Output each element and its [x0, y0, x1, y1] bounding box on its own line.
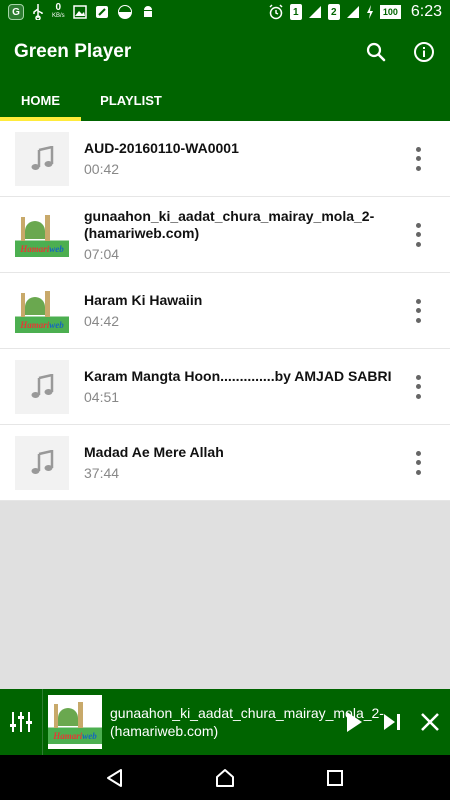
alarm-icon	[269, 4, 283, 20]
more-options-icon[interactable]	[408, 372, 428, 402]
system-nav-bar	[0, 755, 450, 800]
info-button[interactable]	[412, 40, 436, 64]
signal-icon	[308, 6, 321, 18]
skip-next-icon	[384, 714, 400, 730]
back-button[interactable]	[95, 758, 135, 798]
close-icon	[421, 713, 439, 731]
song-title: Haram Ki Hawaiin	[84, 292, 203, 308]
song-duration: 04:51	[84, 389, 120, 405]
sim1-icon: 1	[289, 4, 302, 20]
pinwheel-icon	[117, 5, 132, 19]
song-title: AUD-20160110-WA0001	[84, 140, 239, 156]
image-icon	[72, 5, 87, 19]
android-icon	[143, 6, 152, 17]
recents-icon	[327, 769, 343, 786]
music-note-icon	[31, 449, 54, 474]
search-button[interactable]	[364, 40, 388, 64]
song-thumbnail	[15, 131, 69, 186]
close-button[interactable]	[416, 708, 444, 736]
app-notification-icon: G	[8, 4, 24, 20]
next-button[interactable]	[378, 708, 406, 736]
song-thumbnail: Hamariweb	[15, 283, 69, 338]
music-note-icon	[31, 373, 54, 398]
more-options-icon[interactable]	[408, 220, 428, 250]
play-icon	[347, 712, 362, 732]
charging-icon	[366, 5, 373, 19]
song-thumbnail	[15, 435, 69, 490]
list-item[interactable]: Hamariweb Haram Ki Hawaiin 04:42	[0, 273, 450, 349]
clock: 6:23	[410, 3, 442, 20]
list-item[interactable]: Karam Mangta Hoon..............by AMJAD …	[0, 349, 450, 425]
home-icon	[216, 768, 234, 787]
app-bar: Green Player	[0, 24, 450, 80]
song-title: gunaahon_ki_aadat_chura_mairay_mola_2-(h…	[84, 207, 375, 241]
song-thumbnail	[15, 359, 69, 414]
tab-home[interactable]: HOME	[0, 80, 81, 121]
screenshot-icon	[95, 6, 108, 18]
info-icon	[414, 42, 434, 62]
play-button[interactable]	[340, 708, 368, 736]
music-note-icon	[31, 145, 54, 170]
recents-button[interactable]	[315, 758, 355, 798]
back-icon	[107, 768, 122, 787]
battery-icon: 100	[379, 5, 401, 19]
network-speed: 0 KB/s	[52, 2, 65, 20]
more-options-icon[interactable]	[408, 144, 428, 174]
song-duration: 04:42	[84, 313, 120, 329]
tab-bar: HOME PLAYLIST	[0, 80, 450, 121]
now-playing-title: gunaahon_ki_aadat_chura_mairay_mola_2-(h…	[110, 705, 384, 739]
hamariweb-thumbnail: Hamariweb	[15, 288, 69, 333]
more-options-icon[interactable]	[408, 448, 428, 478]
hamariweb-thumbnail: Hamariweb	[48, 700, 102, 744]
song-title: Karam Mangta Hoon..............by AMJAD …	[84, 368, 392, 384]
song-duration: 07:04	[84, 245, 120, 262]
list-item[interactable]: Madad Ae Mere Allah 37:44	[0, 425, 450, 501]
list-item[interactable]: AUD-20160110-WA0001 00:42	[0, 121, 450, 197]
tab-playlist[interactable]: PLAYLIST	[81, 80, 181, 121]
song-list: AUD-20160110-WA0001 00:42 Hamariweb guna…	[0, 121, 450, 501]
song-thumbnail: Hamariweb	[15, 207, 69, 262]
usb-icon	[33, 4, 43, 20]
signal-icon-2	[346, 6, 359, 18]
equalizer-icon	[10, 712, 32, 732]
home-button[interactable]	[205, 758, 245, 798]
status-bar: G 0 KB/s 1 2 100 6:23	[0, 0, 450, 24]
song-duration: 37:44	[84, 465, 120, 481]
search-icon	[366, 42, 386, 62]
list-item[interactable]: Hamariweb gunaahon_ki_aadat_chura_mairay…	[0, 197, 450, 273]
song-duration: 00:42	[84, 161, 120, 177]
equalizer-button[interactable]	[0, 689, 43, 755]
sim2-icon: 2	[327, 4, 340, 20]
hamariweb-thumbnail: Hamariweb	[15, 212, 69, 257]
song-title: Madad Ae Mere Allah	[84, 444, 224, 460]
now-playing-thumbnail: Hamariweb	[48, 695, 102, 749]
mini-player[interactable]: Hamariweb gunaahon_ki_aadat_chura_mairay…	[0, 689, 450, 755]
more-options-icon[interactable]	[408, 296, 428, 326]
app-title: Green Player	[14, 41, 132, 62]
